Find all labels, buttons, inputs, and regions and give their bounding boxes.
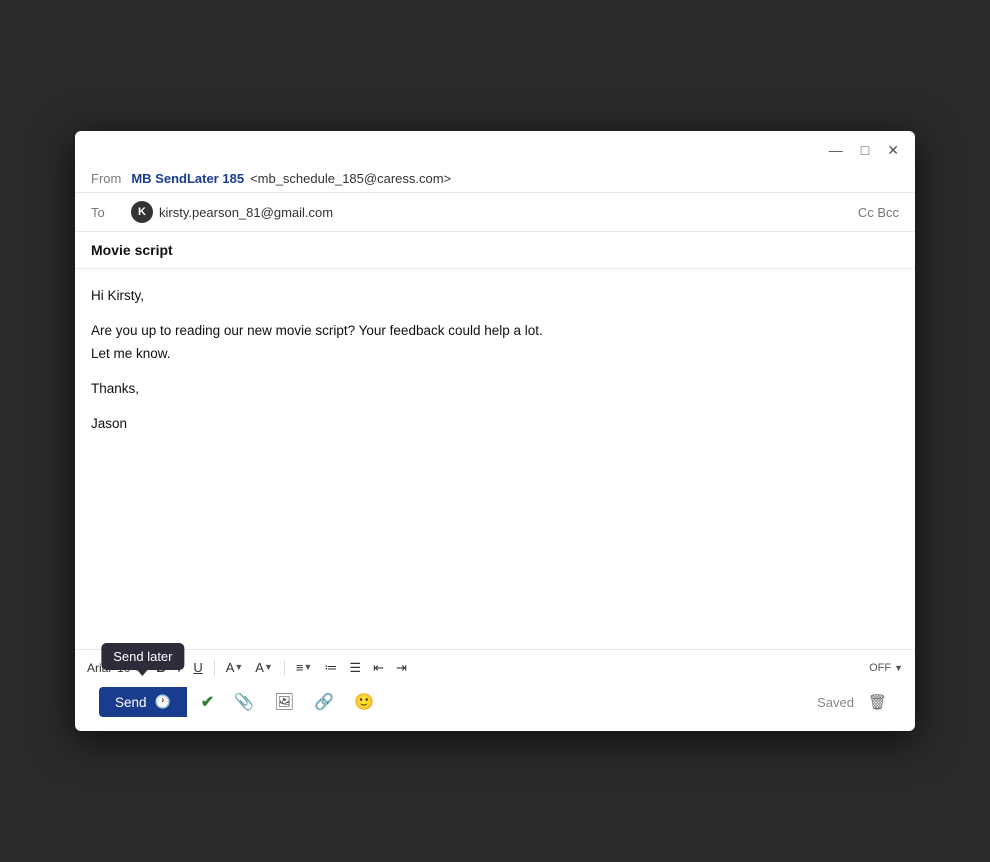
indent-decrease-icon: ⇤ bbox=[373, 661, 384, 674]
subject-text: Movie script bbox=[91, 242, 173, 258]
maximize-button[interactable]: □ bbox=[859, 141, 871, 159]
from-row: From MB SendLater 185 <mb_schedule_185@c… bbox=[75, 165, 915, 193]
align-button[interactable]: ≡ ▼ bbox=[291, 658, 318, 677]
clock-icon: 🕐 bbox=[155, 694, 171, 710]
font-name-label: Arial bbox=[87, 661, 111, 675]
recipient-email: kirsty.pearson_81@gmail.com bbox=[159, 205, 333, 220]
to-row: To K kirsty.pearson_81@gmail.com Cc Bcc bbox=[75, 193, 915, 232]
body-closing: Thanks, bbox=[91, 378, 899, 401]
close-button[interactable]: ✕ bbox=[885, 141, 901, 159]
bold-button[interactable]: B bbox=[151, 658, 170, 677]
unordered-list-icon: ☰ bbox=[349, 661, 361, 674]
from-label: From bbox=[91, 171, 121, 186]
title-bar: — □ ✕ bbox=[75, 131, 915, 165]
off-label: OFF bbox=[869, 662, 891, 674]
emoji-icon: 🙂 bbox=[354, 692, 374, 712]
minimize-button[interactable]: — bbox=[827, 141, 845, 159]
body-signature: Jason bbox=[91, 413, 899, 436]
body-greeting: Hi Kirsty, bbox=[91, 285, 899, 308]
send-label: Send bbox=[115, 695, 147, 710]
indent-decrease-button[interactable]: ⇤ bbox=[368, 658, 389, 677]
check-button[interactable]: ✔ bbox=[195, 688, 220, 716]
underline-button[interactable]: U bbox=[188, 658, 207, 677]
indent-increase-button[interactable]: ⇥ bbox=[391, 658, 412, 677]
subject-row[interactable]: Movie script bbox=[75, 232, 915, 269]
toolbar-area: Arial 10 ▼ B I U A ▼ A ▼ ≡ ▼ bbox=[75, 649, 915, 731]
ordered-list-icon: ≔ bbox=[324, 661, 337, 674]
send-button[interactable]: Send 🕐 bbox=[99, 687, 187, 717]
indent-increase-icon: ⇥ bbox=[396, 661, 407, 674]
link-icon: 🔗 bbox=[314, 692, 334, 712]
image-button[interactable]: 🖼 bbox=[268, 688, 300, 716]
attachment-button[interactable]: 📎 bbox=[228, 688, 260, 716]
off-caret: ▼ bbox=[894, 663, 903, 673]
recipient-chip[interactable]: K kirsty.pearson_81@gmail.com bbox=[131, 201, 333, 223]
to-label: To bbox=[91, 205, 121, 220]
highlight-color-button[interactable]: A ▼ bbox=[250, 658, 278, 677]
font-size-caret: ▼ bbox=[132, 663, 141, 673]
link-button[interactable]: 🔗 bbox=[308, 688, 340, 716]
trash-icon: 🗑 bbox=[868, 694, 887, 711]
send-button-group: Send 🕐 Send later bbox=[99, 687, 187, 717]
font-size-select[interactable]: 10 ▼ bbox=[117, 661, 141, 675]
saved-text: Saved bbox=[817, 695, 854, 710]
check-icon: ✔ bbox=[201, 692, 214, 712]
separator-1 bbox=[214, 660, 215, 676]
font-color-label: A bbox=[226, 661, 235, 674]
unordered-list-button[interactable]: ☰ bbox=[344, 658, 366, 677]
font-color-button[interactable]: A ▼ bbox=[221, 658, 249, 677]
window-controls: — □ ✕ bbox=[827, 141, 901, 159]
highlight-label: A bbox=[255, 661, 264, 674]
image-icon: 🖼 bbox=[274, 692, 294, 712]
font-size-value: 10 bbox=[117, 661, 130, 675]
delete-button[interactable]: 🗑 bbox=[864, 691, 891, 713]
align-caret: ▼ bbox=[303, 663, 312, 672]
format-toolbar: Arial 10 ▼ B I U A ▼ A ▼ ≡ ▼ bbox=[87, 658, 903, 683]
attachment-icon: 📎 bbox=[234, 692, 254, 712]
ordered-list-button[interactable]: ≔ bbox=[319, 658, 342, 677]
cc-bcc-button[interactable]: Cc Bcc bbox=[858, 205, 899, 220]
body-paragraph1: Are you up to reading our new movie scri… bbox=[91, 320, 899, 366]
font-color-caret: ▼ bbox=[234, 663, 243, 672]
off-badge[interactable]: OFF ▼ bbox=[869, 662, 903, 674]
italic-button[interactable]: I bbox=[173, 658, 187, 677]
sender-name: MB SendLater 185 bbox=[131, 171, 244, 186]
saved-status: Saved 🗑 bbox=[817, 691, 891, 713]
compose-window: — □ ✕ From MB SendLater 185 <mb_schedule… bbox=[75, 131, 915, 731]
avatar: K bbox=[131, 201, 153, 223]
action-bar: Send 🕐 Send later ✔ 📎 🖼 bbox=[87, 683, 903, 727]
sender-email: <mb_schedule_185@caress.com> bbox=[250, 171, 451, 186]
email-body[interactable]: Hi Kirsty, Are you up to reading our new… bbox=[75, 269, 915, 649]
emoji-button[interactable]: 🙂 bbox=[348, 688, 380, 716]
separator-2 bbox=[284, 660, 285, 676]
highlight-caret: ▼ bbox=[264, 663, 273, 672]
align-icon: ≡ bbox=[296, 661, 304, 674]
